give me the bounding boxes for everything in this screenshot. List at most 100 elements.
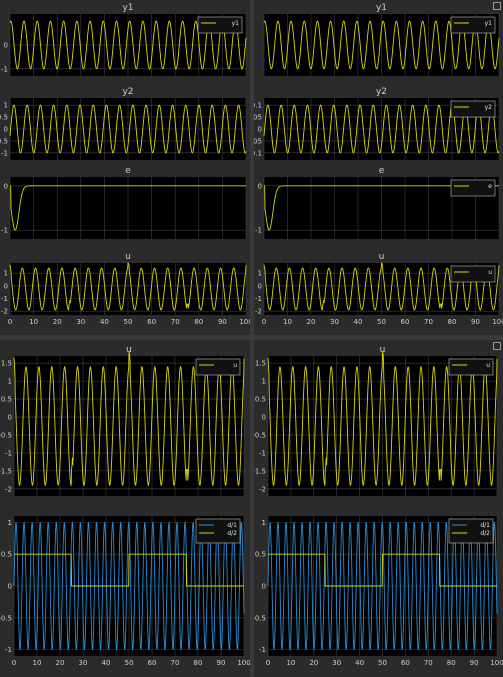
y-tick-label: 0 bbox=[4, 282, 8, 290]
legend: d/1d/2 bbox=[448, 518, 494, 544]
plot-title: u bbox=[379, 252, 385, 262]
y-tick-label: -1 bbox=[1, 149, 8, 157]
plot-y1: y1 0 -1 y1 bbox=[1, 3, 247, 76]
legend: u bbox=[450, 265, 496, 283]
legend-entry: u bbox=[233, 362, 237, 369]
y-tick-label: -1.5 bbox=[254, 467, 266, 475]
x-tick-label: 70 bbox=[171, 318, 180, 326]
scope-plots-top-right: y1y1y20.10.050-0.05-0.1y2e0-1eu10-1-2u01… bbox=[254, 3, 503, 326]
x-tick-label: 10 bbox=[286, 659, 295, 667]
y-tick-label: 0 bbox=[8, 583, 12, 591]
y-tick-label: -1 bbox=[255, 227, 262, 235]
plot-title: e bbox=[379, 166, 385, 176]
y-tick-label: 0.5 bbox=[1, 551, 12, 559]
plot-disturbance: 1 0.5 0 -0.5 -1 d/1d/2 0 10 20 30 40 50 60 70 80 90 100 bbox=[0, 516, 250, 667]
plot-u: u1.510.50-0.5-1-1.5-2u bbox=[254, 345, 498, 496]
plot-e: e 0 -1 e bbox=[255, 166, 500, 239]
legend-entry: y1 bbox=[232, 20, 240, 27]
plot-u: u10-1-20102030405060708090100 bbox=[1, 252, 250, 326]
plot-title: u bbox=[125, 252, 131, 262]
x-tick-label: 20 bbox=[56, 659, 65, 667]
legend-entry: y1 bbox=[485, 20, 493, 27]
plot-title: e bbox=[125, 166, 131, 176]
y-tick-label: -0.05 bbox=[254, 137, 262, 145]
x-tick-label: 40 bbox=[355, 659, 364, 667]
undock-icon[interactable] bbox=[493, 342, 501, 350]
x-tick-label: 0 bbox=[8, 318, 12, 326]
scope-pane-top-left: y10-1y1y210.50-0.5-1e0-1u10-1-2010203040… bbox=[0, 0, 250, 335]
y-tick-label: -1 bbox=[1, 227, 8, 235]
y-tick-label: -2 bbox=[259, 485, 266, 493]
y-tick-label: 1 bbox=[8, 378, 12, 386]
horizontal-divider bbox=[0, 335, 503, 340]
y-tick-label: -2 bbox=[5, 485, 12, 493]
x-tick-label: 60 bbox=[147, 318, 156, 326]
y-tick-label: 1 bbox=[262, 519, 266, 527]
x-tick-label: 50 bbox=[377, 318, 386, 326]
y-tick-label: 1.5 bbox=[1, 360, 12, 368]
y-tick-label: 0.05 bbox=[254, 114, 262, 122]
y-tick-label: 0.5 bbox=[255, 396, 266, 404]
scope-pane-bottom-right: u1.510.50-0.5-1-1.5-2u10.50-0.5-1d/1d/20… bbox=[254, 340, 503, 677]
legend-entry: e bbox=[488, 183, 492, 190]
scope-plots-top-left: y10-1y1y210.50-0.5-1e0-1u10-1-2010203040… bbox=[0, 3, 250, 326]
legend-entry: u bbox=[486, 362, 490, 369]
y-tick-label: 0 bbox=[258, 126, 262, 134]
x-tick-label: 90 bbox=[471, 318, 480, 326]
y-tick-label: -0.5 bbox=[254, 614, 266, 622]
y-tick-label: 0.5 bbox=[255, 551, 266, 559]
x-tick-label: 50 bbox=[124, 318, 133, 326]
x-tick-label: 10 bbox=[283, 318, 292, 326]
y-tick-label: 0.5 bbox=[0, 114, 8, 122]
legend: u bbox=[195, 358, 241, 376]
legend-entry: d/1 bbox=[480, 522, 490, 529]
x-tick-label: 70 bbox=[424, 318, 433, 326]
scope-pane-bottom-left: u1.510.50-0.5-1-1.5-2u10.50-0.5-1d/1d/20… bbox=[0, 340, 250, 677]
y-tick-label: -0.5 bbox=[0, 431, 12, 439]
plot-title: y1 bbox=[122, 3, 133, 13]
plot-y2: y2 0.1 0.05 0 -0.05 -0.1 y2 bbox=[254, 87, 500, 160]
y-tick-label: 1 bbox=[8, 519, 12, 527]
x-tick-label: 60 bbox=[148, 659, 157, 667]
x-tick-label: 0 bbox=[266, 659, 270, 667]
legend: u bbox=[448, 358, 494, 376]
x-tick-label: 70 bbox=[171, 659, 180, 667]
x-tick-label: 100 bbox=[492, 318, 503, 326]
x-tick-label: 90 bbox=[470, 659, 479, 667]
plot-disturbance: 1 0.5 0 -0.5 -1 d/1d/2 0 10 20 30 40 50 60 70 80 90 100 bbox=[254, 516, 503, 667]
y-tick-label: 0 bbox=[258, 282, 262, 290]
y-tick-label: -1 bbox=[1, 295, 8, 303]
undock-icon[interactable] bbox=[493, 2, 501, 10]
x-tick-label: 0 bbox=[12, 659, 16, 667]
y-tick-label: 0 bbox=[262, 583, 266, 591]
y-tick-label: -2 bbox=[255, 308, 262, 316]
legend-entry: y2 bbox=[485, 104, 493, 111]
y-tick-label: -0.5 bbox=[254, 431, 266, 439]
y-tick-label: 1 bbox=[4, 270, 8, 278]
x-tick-label: 50 bbox=[378, 659, 387, 667]
y-tick-label: -1 bbox=[5, 449, 12, 457]
legend-entry: d/1 bbox=[227, 522, 237, 529]
x-tick-label: 30 bbox=[330, 318, 339, 326]
x-tick-label: 50 bbox=[125, 659, 134, 667]
y-tick-label: -1 bbox=[5, 646, 12, 654]
y-tick-label: -2 bbox=[1, 308, 8, 316]
scope-plots-bottom-left: u1.510.50-0.5-1-1.5-2u10.50-0.5-1d/1d/20… bbox=[0, 345, 250, 667]
legend: e bbox=[450, 179, 496, 197]
plot-u: u10-1-2u0102030405060708090100 bbox=[255, 252, 503, 326]
plot-title: y2 bbox=[122, 87, 133, 97]
y-tick-label: 0.1 bbox=[254, 102, 262, 110]
legend-entry: u bbox=[488, 269, 492, 276]
y-tick-label: 1 bbox=[4, 102, 8, 110]
legend: d/1d/2 bbox=[195, 518, 241, 544]
x-tick-label: 100 bbox=[239, 318, 250, 326]
x-tick-label: 30 bbox=[332, 659, 341, 667]
x-tick-label: 80 bbox=[194, 659, 203, 667]
x-tick-label: 80 bbox=[194, 318, 203, 326]
x-tick-label: 10 bbox=[29, 318, 38, 326]
y-tick-label: 1 bbox=[262, 378, 266, 386]
x-tick-label: 30 bbox=[76, 318, 85, 326]
x-tick-label: 100 bbox=[237, 659, 250, 667]
x-tick-label: 20 bbox=[307, 318, 316, 326]
y-tick-label: -1 bbox=[1, 65, 8, 73]
